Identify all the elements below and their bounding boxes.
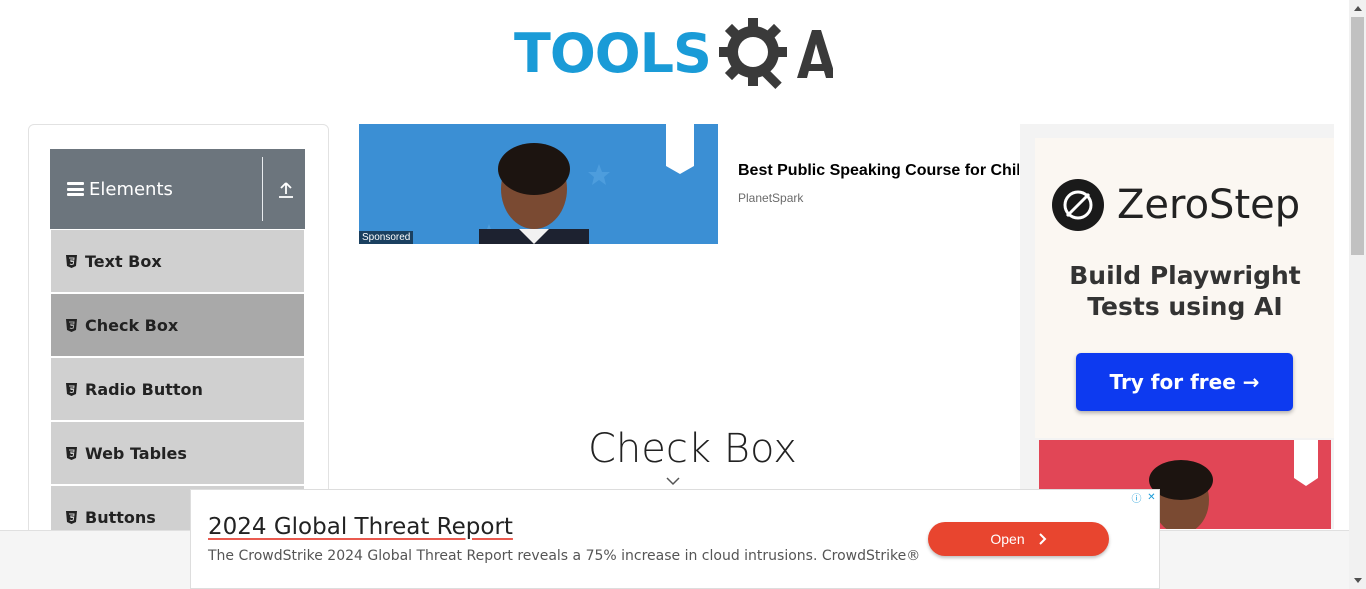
open-label: Open xyxy=(990,531,1025,547)
zerostep-brand: ZeroStep xyxy=(1051,178,1300,232)
page: TOOLS Elements Text Box Check Box Radio … xyxy=(0,0,1366,589)
ad-source: PlanetSpark xyxy=(738,191,804,205)
logo-text: TOOLS xyxy=(514,22,712,85)
scroll-thumb[interactable] xyxy=(1351,17,1364,255)
menu-icon xyxy=(67,182,84,196)
ad-info-icon[interactable]: ⓘ xyxy=(1129,490,1144,505)
chevron-right-icon xyxy=(1038,533,1047,545)
sponsored-badge: Sponsored xyxy=(359,231,414,244)
group-title: Elements xyxy=(89,178,173,200)
ad-title[interactable]: Best Public Speaking Course for Chil xyxy=(738,162,1019,180)
scroll-down-arrow-icon[interactable] xyxy=(1349,572,1366,589)
page-title: Check Box xyxy=(588,426,797,472)
sidebar-item-label: Web Tables xyxy=(85,443,187,463)
scroll-up-arrow-icon[interactable] xyxy=(1349,0,1366,17)
adchoices[interactable]: ⓘ ✕ xyxy=(1129,490,1160,506)
collapse-arrow-icon[interactable] xyxy=(278,181,294,199)
crowdstrike-banner-ad[interactable]: 2024 Global Threat Report The CrowdStrik… xyxy=(190,489,1160,589)
header-divider xyxy=(262,157,263,221)
banner-title[interactable]: 2024 Global Threat Report xyxy=(208,514,513,540)
html5-icon xyxy=(66,510,77,524)
sponsored-ad[interactable]: Sponsored Best Public Speaking Course fo… xyxy=(359,124,1019,244)
zerostep-tagline: Build Playwright Tests using AI xyxy=(1020,260,1334,322)
html5-icon xyxy=(66,446,77,460)
elements-group-header[interactable]: Elements xyxy=(50,149,305,229)
tagline-line-2: Tests using AI xyxy=(1087,292,1283,321)
sidebar-item-radio-button[interactable]: Radio Button xyxy=(51,358,304,420)
sidebar-item-text-box[interactable]: Text Box xyxy=(51,230,304,292)
banner-text: The CrowdStrike 2024 Global Threat Repor… xyxy=(208,548,921,564)
sidebar-item-label: Buttons xyxy=(85,507,156,527)
sidebar-item-check-box[interactable]: Check Box xyxy=(51,294,304,356)
open-button[interactable]: Open xyxy=(928,522,1109,556)
sidebar-item-label: Check Box xyxy=(85,315,179,335)
sidebar-item-label: Text Box xyxy=(85,251,162,271)
zerostep-logo-icon xyxy=(1052,179,1104,231)
zerostep-name: ZeroStep xyxy=(1117,182,1301,228)
toolsqa-logo[interactable]: TOOLS xyxy=(514,14,844,94)
ad-close-icon[interactable]: ✕ xyxy=(1144,490,1159,505)
html5-icon xyxy=(66,254,77,268)
sidebar-item-web-tables[interactable]: Web Tables xyxy=(51,422,304,484)
html5-icon xyxy=(66,318,77,332)
try-for-free-button[interactable]: Try for free → xyxy=(1076,353,1293,411)
vertical-scrollbar[interactable] xyxy=(1349,0,1366,589)
chevron-down-icon xyxy=(666,477,680,486)
logo-gear-qa-icon xyxy=(715,16,836,92)
tagline-line-1: Build Playwright xyxy=(1069,261,1301,290)
sidebar-item-label: Radio Button xyxy=(85,379,203,399)
zerostep-ad[interactable]: ZeroStep Build Playwright Tests using AI… xyxy=(1020,124,1334,529)
html5-icon xyxy=(66,382,77,396)
ad-image[interactable]: Sponsored xyxy=(359,124,718,244)
